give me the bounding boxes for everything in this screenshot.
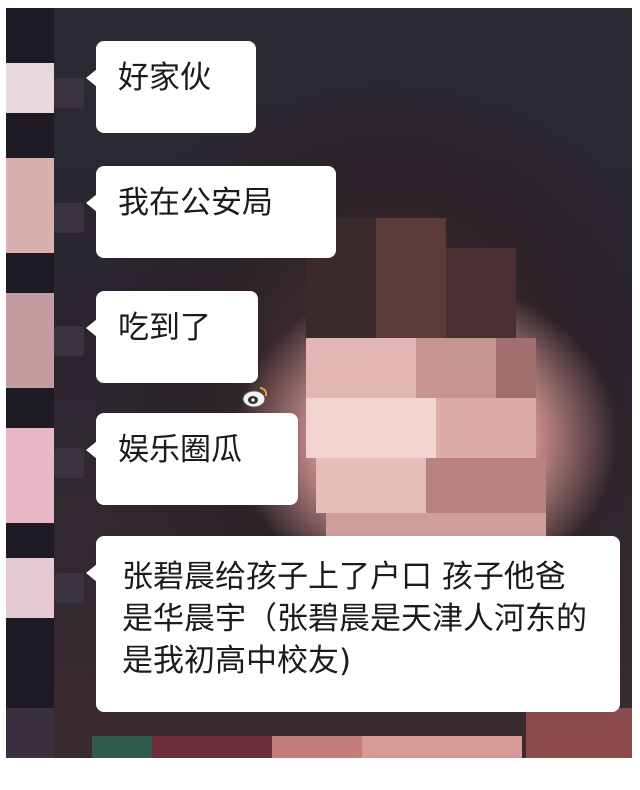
avatar[interactable] xyxy=(54,78,84,108)
message-bubble[interactable]: 娱乐圈瓜 xyxy=(86,413,298,505)
message-text: 娱乐圈瓜 xyxy=(118,432,242,468)
avatar[interactable] xyxy=(54,573,84,603)
message-text: 好家伙 xyxy=(118,60,211,96)
avatar[interactable] xyxy=(54,448,84,478)
message-text: 我在公安局 xyxy=(118,185,273,221)
message-text: 张碧晨给孩子上了户口 孩子他爸是华晨宇（张碧晨是天津人河东的 是我初高中校友) xyxy=(122,559,587,679)
message-bubble[interactable]: 好家伙 xyxy=(86,41,256,133)
weibo-logo-icon xyxy=(242,387,268,408)
chat-screenshot: ⋯ 好家伙 我在公安局 吃到了 娱乐圈瓜 张碧晨给孩子上了户口 孩子他爸是华晨宇… xyxy=(6,8,632,758)
left-avatar-strip xyxy=(6,8,54,758)
message-bubble[interactable]: 张碧晨给孩子上了户口 孩子他爸是华晨宇（张碧晨是天津人河东的 是我初高中校友) xyxy=(86,536,620,712)
avatar[interactable] xyxy=(54,203,84,233)
message-text: 吃到了 xyxy=(118,310,211,346)
avatar[interactable] xyxy=(54,326,84,356)
message-bubble[interactable]: 我在公安局 xyxy=(86,166,336,258)
message-bubble[interactable]: 吃到了 xyxy=(86,291,258,383)
